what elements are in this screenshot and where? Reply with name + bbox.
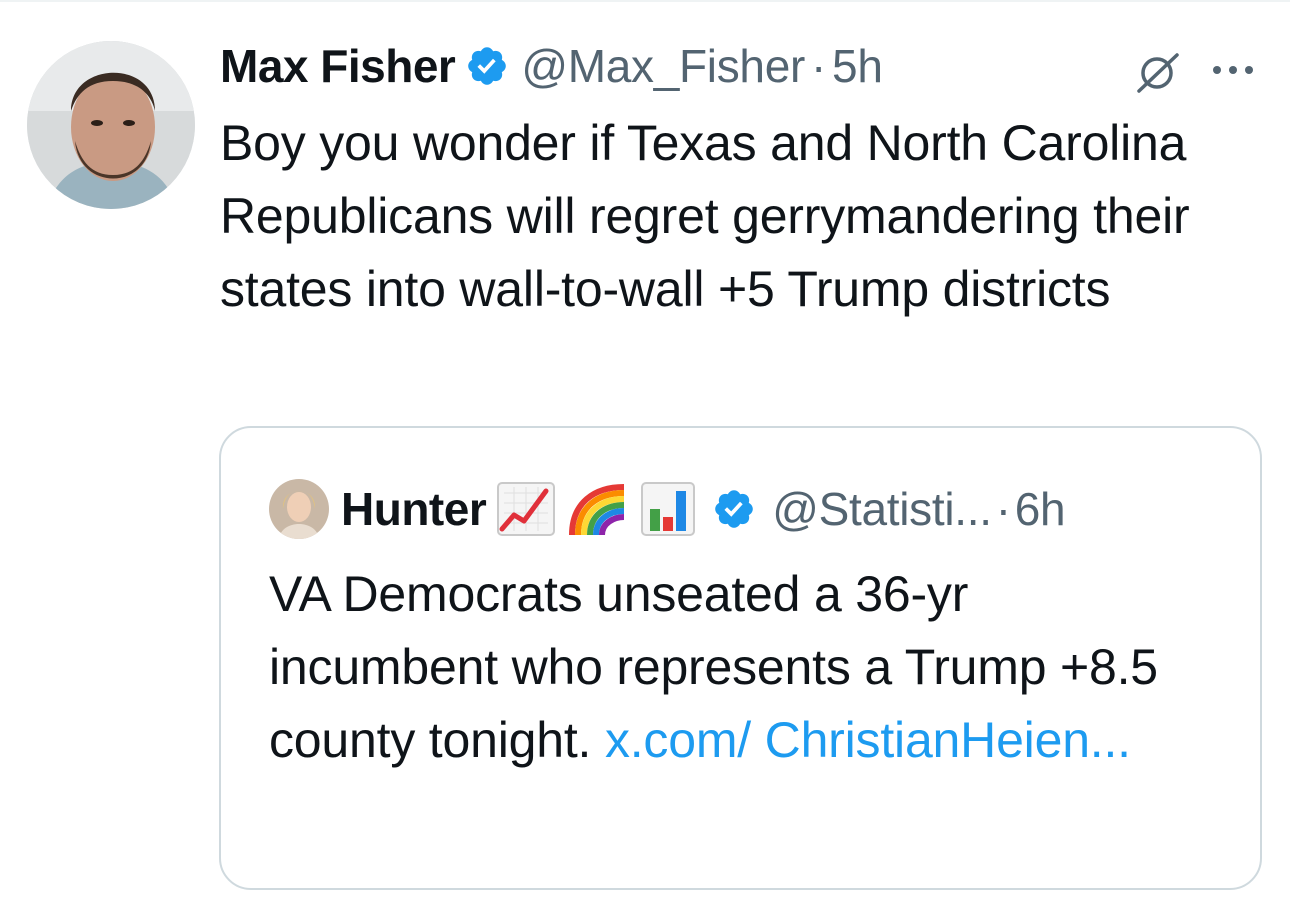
author-name[interactable]: Max Fisher xyxy=(220,39,456,93)
verified-badge-icon[interactable] xyxy=(465,44,509,88)
tweet-header: Max Fisher @Max_Fisher · 5h xyxy=(220,36,883,96)
quoted-separator-dot: · xyxy=(995,483,1011,535)
quoted-author-handle[interactable]: @Statisti... xyxy=(772,482,992,536)
more-icon[interactable] xyxy=(1207,57,1259,83)
separator-dot: · xyxy=(811,40,827,92)
tweet-time[interactable]: 5h xyxy=(832,39,883,93)
quoted-author-name[interactable]: Hunter xyxy=(341,482,487,536)
quoted-tweet-header: Hunter @Statisti... · 6h xyxy=(269,476,1066,542)
author-handle[interactable]: @Max_Fisher xyxy=(521,39,805,93)
quoted-verified-badge-icon[interactable] xyxy=(712,487,756,531)
quoted-tweet-link[interactable]: x.com/ ChristianHeien... xyxy=(605,712,1131,768)
bar-chart-emoji xyxy=(640,481,696,537)
grok-icon[interactable] xyxy=(1133,51,1185,95)
rainbow-emoji xyxy=(566,481,630,537)
quoted-tweet-body: VA Democrats unseated a 36-yr incumbent … xyxy=(269,558,1209,777)
author-avatar[interactable] xyxy=(27,41,195,209)
tweet-text: Boy you wonder if Texas and North Caroli… xyxy=(220,115,1190,317)
quoted-author-avatar[interactable] xyxy=(269,479,329,539)
quoted-tweet-time[interactable]: 6h xyxy=(1015,482,1066,536)
top-divider xyxy=(0,0,1290,2)
quoted-tweet-card[interactable]: Hunter @Statisti... · 6h VA Democrats un… xyxy=(219,426,1262,890)
chart-increasing-emoji xyxy=(496,481,556,537)
